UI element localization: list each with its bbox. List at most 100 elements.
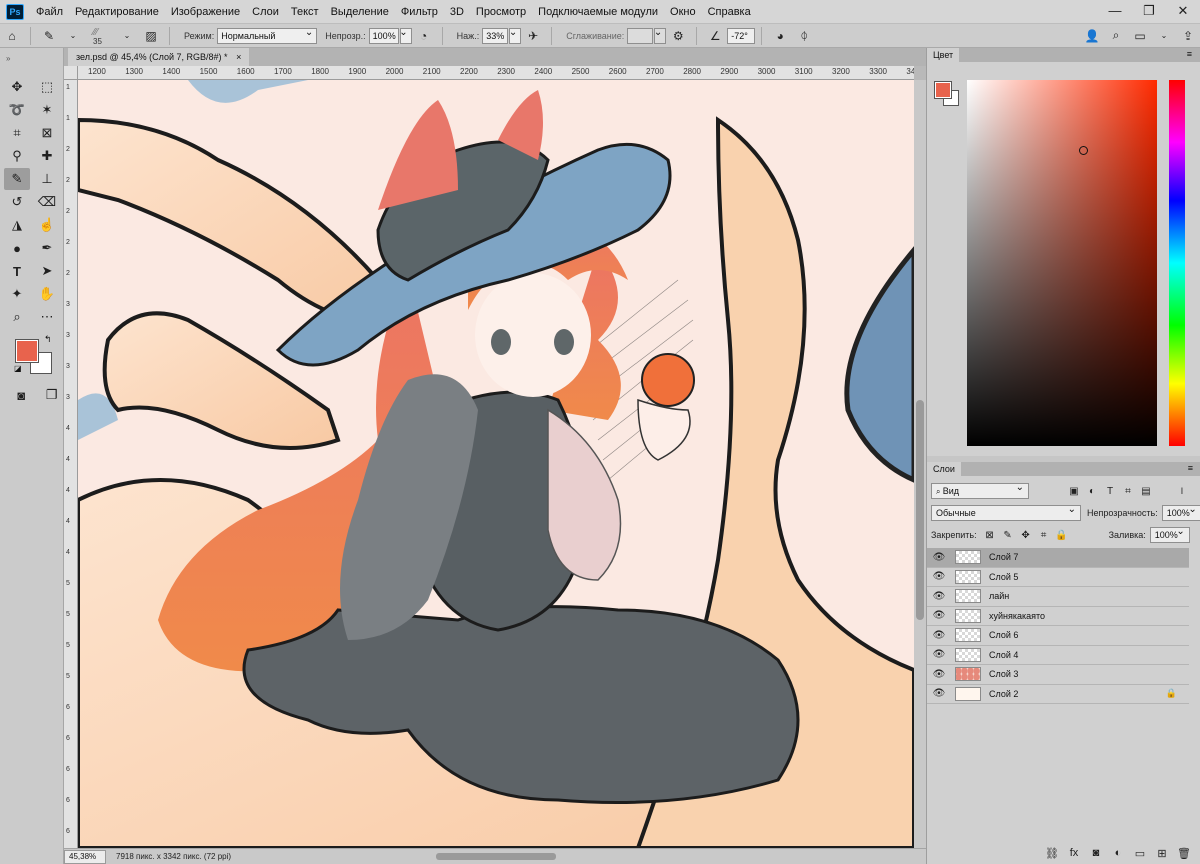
lock-image-icon[interactable]: ✎ [999,527,1017,543]
lock-transparent-icon[interactable]: ⊠ [981,527,999,543]
layer-row[interactable]: 👁 хуйнякакаято [927,607,1189,626]
layer-name[interactable]: лайн [989,591,1009,601]
vertical-scrollbar[interactable] [914,80,926,848]
layer-row[interactable]: 👁 Слой 3 [927,665,1189,685]
quick-mask-icon[interactable]: ◙ [10,384,33,406]
default-colors-icon[interactable]: ◪ [14,364,22,373]
layer-thumbnail[interactable] [955,647,981,662]
layer-row[interactable]: 👁 Слой 5 [927,568,1189,587]
color-panel-tab[interactable]: Цвет [927,48,960,62]
filter-smart-object-icon[interactable]: ▤ [1137,483,1155,499]
foreground-swatch-small[interactable] [934,81,952,99]
layer-blend-mode-select[interactable]: Обычные [931,503,1081,521]
more-tools-icon[interactable]: ⋯ [34,306,60,328]
close-tab-button[interactable]: × [236,52,241,62]
menu-item[interactable]: Окно [664,0,702,24]
move-tool-icon[interactable]: ✥ [4,76,30,98]
add-mask-icon[interactable]: ◙ [1087,847,1105,859]
visibility-eye-icon[interactable]: 👁 [927,688,951,699]
workspace-icon[interactable]: ▭ [1131,27,1149,45]
color-picker-cursor[interactable] [1079,146,1088,155]
visibility-eye-icon[interactable]: 👁 [927,610,951,621]
layer-name[interactable]: Слой 4 [989,650,1018,660]
dodge-tool-icon[interactable]: ● [4,237,30,259]
smoothing-field[interactable] [627,27,654,44]
layer-name[interactable]: Слой 5 [989,572,1018,582]
screen-mode-icon[interactable]: ❐ [41,384,64,406]
layer-thumbnail[interactable] [955,628,981,643]
layer-name[interactable]: Слой 7 [989,552,1018,562]
collapse-toolbar-icon[interactable]: » [6,54,10,63]
airbrush-icon[interactable]: ✈ [524,27,542,45]
layer-thumbnail[interactable] [955,550,981,565]
smoothing-dropdown[interactable] [654,26,667,44]
menu-item[interactable]: Подключаемые модули [532,0,664,24]
lock-position-icon[interactable]: ✥ [1017,527,1035,543]
opacity-dropdown[interactable] [399,26,412,44]
shape-tool-icon[interactable]: ✦ [4,283,30,305]
zoom-field[interactable]: 45,38% [64,849,106,864]
blend-mode-select[interactable]: Нормальный [217,26,318,44]
marquee-tool-icon[interactable]: ⬚ [34,76,60,98]
layer-thumbnail[interactable] [955,686,981,701]
layer-name[interactable]: Слой 3 [989,669,1018,679]
hue-slider[interactable] [1169,80,1185,446]
menu-item[interactable]: Выделение [325,0,395,24]
foreground-color-swatch[interactable] [15,339,39,363]
healing-brush-tool-icon[interactable]: ✚ [34,145,60,167]
layer-name[interactable]: Слой 2 [989,689,1018,699]
delete-layer-icon[interactable]: 🗑 [1175,847,1193,860]
menu-item[interactable]: Просмотр [470,0,532,24]
swap-colors-icon[interactable]: ↰ [44,334,52,345]
layer-thumbnail[interactable] [955,589,981,604]
frame-tool-icon[interactable]: ⊠ [34,122,60,144]
menu-item[interactable]: Слои [246,0,285,24]
layer-opacity-field[interactable]: 100% [1161,503,1200,521]
clone-stamp-tool-icon[interactable]: ⊥ [34,168,60,190]
panel-menu-icon[interactable]: ≡ [1188,463,1193,473]
menu-item[interactable]: Справка [702,0,757,24]
lasso-tool-icon[interactable]: ➰ [4,99,30,121]
opacity-field[interactable]: 100% [368,27,399,44]
brush-preset-picker[interactable]: ⁄⁄⁄ 35 [85,25,115,47]
layer-thumbnail[interactable] [955,608,981,623]
history-brush-tool-icon[interactable]: ↺ [4,191,30,213]
search-icon[interactable]: ⌕ [1107,27,1125,45]
lock-all-icon[interactable]: 🔒 [1053,527,1071,543]
horizontal-scroll-thumb[interactable] [436,853,556,860]
hand-tool-icon[interactable]: ✋ [34,283,60,305]
fill-field[interactable]: 100% [1149,525,1190,543]
menu-item[interactable]: 3D [444,0,470,24]
workspace-dropdown-icon[interactable]: ⌄ [1155,27,1173,45]
symmetry-butterfly-icon[interactable]: ᛰ [795,27,813,45]
eyedropper-tool-icon[interactable]: ⚲ [4,145,30,167]
layer-row[interactable]: 👁 Слой 2 🔒 [927,685,1189,704]
minimize-button[interactable]: — [1098,0,1132,24]
tool-preset-dropdown-icon[interactable]: ⌄ [64,27,82,45]
share-user-icon[interactable]: 👤 [1083,27,1101,45]
group-icon[interactable]: ▭ [1131,847,1149,860]
menu-item[interactable]: Изображение [165,0,246,24]
gear-icon[interactable]: ⚙ [669,27,687,45]
link-layers-icon[interactable]: ⛓ [1043,847,1061,860]
filter-toggle-icon[interactable]: ⏽ [1173,483,1191,499]
layer-name[interactable]: хуйнякакаято [989,611,1045,621]
brush-tool-icon[interactable]: ✎ [4,168,30,190]
zoom-tool-icon[interactable]: ⌕ [4,306,30,328]
angle-field[interactable]: -72° [727,27,756,44]
pen-tool-icon[interactable]: ✒ [34,237,60,259]
brush-settings-icon[interactable]: ▨ [142,27,160,45]
paint-bucket-tool-icon[interactable]: ◮ [4,214,30,236]
visibility-eye-icon[interactable]: 👁 [927,630,951,641]
share-icon[interactable]: ⇪ [1179,27,1197,45]
eraser-tool-icon[interactable]: ⌫ [34,191,60,213]
pressure-field[interactable]: 33% [482,27,509,44]
type-tool-icon[interactable]: T [4,260,30,282]
filter-pixel-icon[interactable]: ▣ [1065,483,1083,499]
layer-filter-select[interactable]: ⌕ Вид [931,481,1029,499]
layer-thumbnail[interactable] [955,569,981,584]
visibility-eye-icon[interactable]: 👁 [927,552,951,563]
menu-item[interactable]: Файл [30,0,69,24]
brush-tool-icon[interactable]: ✎ [40,27,58,45]
lock-artboard-icon[interactable]: ⌗ [1035,527,1053,543]
